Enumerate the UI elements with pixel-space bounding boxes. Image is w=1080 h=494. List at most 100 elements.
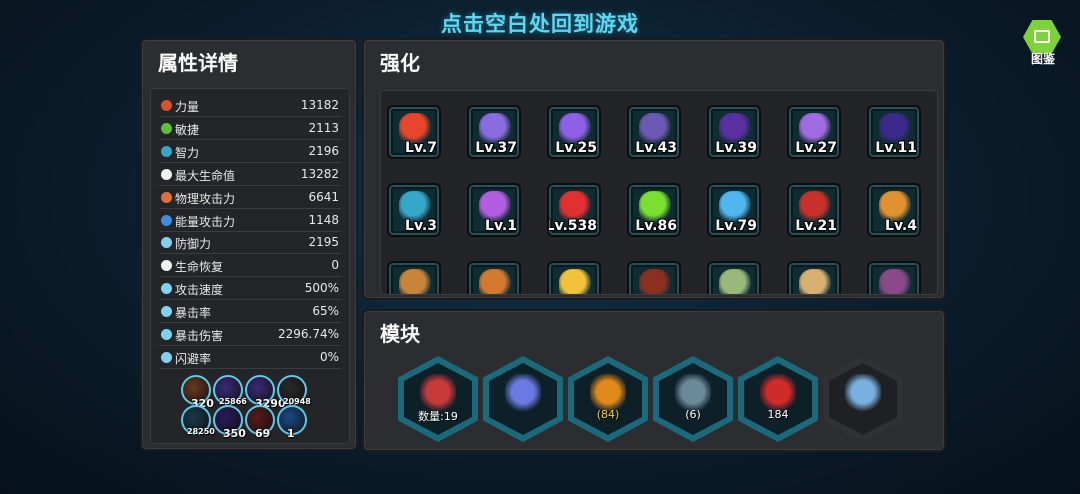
upgrade-slot[interactable] xyxy=(867,261,921,294)
intelligence-icon xyxy=(161,145,172,157)
upgrade-level: Lv.37 xyxy=(475,140,517,156)
module-count: 184 xyxy=(767,408,789,421)
shield-icon xyxy=(161,237,172,249)
agility-icon xyxy=(161,122,172,134)
stat-row: 力量 13182 xyxy=(159,95,341,117)
upgrade-slot[interactable] xyxy=(707,261,761,294)
crit-rate-icon xyxy=(161,306,172,318)
stat-value: 500% xyxy=(304,281,339,296)
upgrade-slot[interactable] xyxy=(547,261,601,294)
upgrade-slot[interactable]: Lv.7 xyxy=(387,105,441,159)
upgrade-slot[interactable]: Lv.1 xyxy=(467,183,521,237)
stat-value: 65% xyxy=(312,304,339,319)
strength-icon xyxy=(161,100,172,111)
energy-attack-icon xyxy=(161,214,172,226)
module-slot[interactable]: 184 xyxy=(738,356,818,442)
codex-button[interactable]: 图鉴 xyxy=(1020,20,1066,68)
upgrade-slot[interactable] xyxy=(467,261,521,294)
stat-name: 闪避率 xyxy=(175,351,212,366)
crit-damage-icon xyxy=(161,329,172,340)
upgrade-slot[interactable] xyxy=(787,261,841,294)
upgrade-slot[interactable]: Lv.79 xyxy=(707,183,761,237)
upgrade-slot[interactable]: Lv.37 xyxy=(467,105,521,159)
stat-row: 暴击率 65% xyxy=(159,301,341,324)
stat-value: 2195 xyxy=(308,235,339,250)
stat-value: 2296.74% xyxy=(277,327,339,341)
salad-bowl-icon xyxy=(719,269,751,294)
stat-name: 攻击速度 xyxy=(175,283,224,298)
upgrade-level: Lv.39 xyxy=(715,140,757,156)
dodge-icon xyxy=(161,351,172,363)
buff-value: 28250 xyxy=(187,427,215,436)
upgrade-slot[interactable]: Lv.538 xyxy=(547,183,601,237)
heart-regen-icon xyxy=(161,260,172,272)
upgrade-slot[interactable]: Lv.25 xyxy=(547,105,601,159)
module-slot[interactable]: 数量:19 xyxy=(398,356,478,442)
upgrade-slot[interactable]: Lv.39 xyxy=(707,105,761,159)
stat-name: 防御力 xyxy=(175,237,212,252)
scythe-weapon-icon xyxy=(505,374,541,414)
upgrade-slot[interactable]: Lv.86 xyxy=(627,183,681,237)
book-icon xyxy=(1034,30,1050,43)
stat-row: 敏捷 2113 xyxy=(159,118,341,140)
upgrade-level: Lv.43 xyxy=(635,140,677,156)
stat-name: 能量攻击力 xyxy=(175,214,236,229)
burger-icon xyxy=(399,269,431,294)
stat-value: 13182 xyxy=(300,98,339,112)
upgrade-level: Lv.7 xyxy=(405,140,437,156)
attack-speed-icon xyxy=(161,283,172,295)
mirror-frame-icon xyxy=(845,374,881,414)
module-slot[interactable] xyxy=(823,356,903,442)
stat-value: 13282 xyxy=(300,166,339,181)
stat-name: 智力 xyxy=(175,145,200,160)
stat-row: 闪避率 0% xyxy=(159,347,341,369)
stat-name: 物理攻击力 xyxy=(175,191,236,206)
stat-row: 暴击伤害 2296.74% xyxy=(159,324,341,346)
module-panel: 模块 数量:19 (84) (6) 184 xyxy=(362,309,946,452)
cake-plate-icon xyxy=(879,269,911,294)
buff-value: 1 xyxy=(287,427,295,440)
module-slot[interactable] xyxy=(483,356,563,442)
module-count: 数量:19 xyxy=(418,410,458,423)
upgrade-slot[interactable]: Lv.43 xyxy=(627,105,681,159)
upgrade-slot[interactable] xyxy=(627,261,681,294)
stat-value: 0% xyxy=(319,349,339,364)
upgrade-level: Lv.4 xyxy=(885,218,917,234)
upgrade-grid[interactable]: Lv.7 Lv.37 Lv.25 Lv.43 Lv.39 Lv.27 Lv.11 Lv.3 Lv… xyxy=(380,90,938,295)
module-slot[interactable]: (84) xyxy=(568,356,648,442)
attribute-list: 力量 13182 敏捷 2113 智力 2196 最大生命值 13282 物理攻击力 6641 能量… xyxy=(150,88,350,444)
upgrade-level: Lv.79 xyxy=(715,218,757,234)
upgrade-panel-title: 强化 xyxy=(380,51,420,75)
buff-value: 350 xyxy=(223,427,246,440)
attribute-panel-title: 属性详情 xyxy=(158,51,238,75)
upgrade-slot[interactable]: Lv.21 xyxy=(787,183,841,237)
physical-attack-icon xyxy=(161,191,172,203)
upgrade-level: Lv.27 xyxy=(795,140,837,156)
upgrade-slot[interactable]: Lv.11 xyxy=(867,105,921,159)
return-to-game-hint[interactable]: 点击空白处回到游戏 xyxy=(0,8,1080,38)
module-count: (6) xyxy=(685,408,701,421)
stat-value: 6641 xyxy=(308,189,339,204)
buff-value: 69 xyxy=(255,427,271,440)
upgrade-slot[interactable]: Lv.4 xyxy=(867,183,921,237)
stat-value: 2196 xyxy=(308,143,339,158)
module-slot[interactable]: (6) xyxy=(653,356,733,442)
cola-bottle-icon xyxy=(639,269,671,294)
heart-icon xyxy=(161,168,172,180)
stat-value: 0 xyxy=(331,258,339,273)
upgrade-level: Lv.538 xyxy=(547,218,597,234)
stat-row: 物理攻击力 6641 xyxy=(159,187,341,209)
codex-label: 图鉴 xyxy=(1030,52,1055,66)
fried-chicken-icon xyxy=(479,269,511,294)
upgrade-level: Lv.86 xyxy=(635,218,677,234)
stat-name: 力量 xyxy=(175,100,200,114)
stat-row: 生命恢复 0 xyxy=(159,255,341,278)
module-count: (84) xyxy=(596,408,620,421)
upgrade-slot[interactable]: Lv.27 xyxy=(787,105,841,159)
upgrade-level: Lv.3 xyxy=(405,218,437,234)
upgrade-slot[interactable] xyxy=(387,261,441,294)
stat-value: 1148 xyxy=(308,212,339,227)
upgrade-level: Lv.11 xyxy=(875,140,917,156)
module-panel-title: 模块 xyxy=(380,322,420,346)
upgrade-slot[interactable]: Lv.3 xyxy=(387,183,441,237)
